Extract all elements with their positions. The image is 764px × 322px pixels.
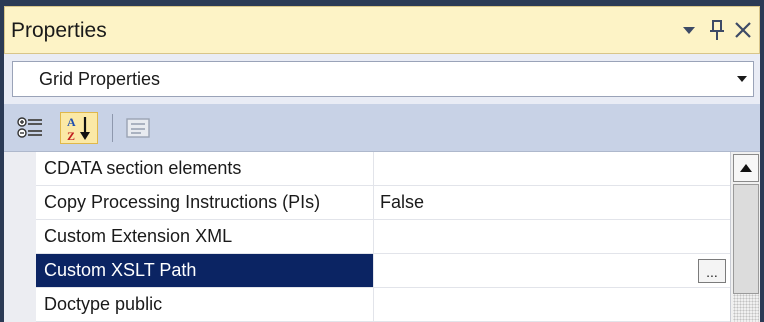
property-rows: CDATA section elements Copy Processing I… [36, 152, 730, 322]
property-name: Doctype public [36, 288, 374, 321]
close-icon[interactable] [731, 17, 755, 43]
properties-toolbar: A Z [4, 104, 760, 152]
property-name: Copy Processing Instructions (PIs) [36, 186, 374, 219]
property-name: Custom XSLT Path [36, 254, 374, 287]
alphabetical-button[interactable]: A Z [60, 112, 98, 144]
property-value[interactable]: False [374, 186, 730, 219]
property-pages-icon [126, 118, 150, 138]
svg-text:A: A [67, 115, 76, 129]
property-value[interactable] [374, 254, 730, 287]
pin-icon[interactable] [705, 17, 729, 43]
property-value[interactable] [374, 152, 730, 185]
scrollbar-thumb[interactable] [733, 184, 759, 294]
vertical-scrollbar[interactable] [730, 152, 760, 322]
window-position-dropdown-icon[interactable] [677, 17, 701, 43]
window-title: Properties [11, 19, 107, 42]
svg-text:Z: Z [67, 129, 75, 142]
properties-window: Properties Grid Properties A Z CDATA sec… [0, 0, 764, 322]
property-row[interactable]: Doctype public [36, 288, 730, 322]
property-row[interactable]: Custom Extension XML [36, 220, 730, 254]
object-selector-bar: Grid Properties [4, 54, 760, 104]
browse-ellipsis-button[interactable]: ... [698, 259, 726, 283]
scroll-up-button[interactable] [733, 154, 759, 182]
property-value[interactable] [374, 288, 730, 321]
toolbar-separator [112, 114, 113, 142]
categorized-button[interactable] [14, 112, 48, 144]
object-selector-dropdown[interactable]: Grid Properties [12, 61, 754, 97]
property-grid: CDATA section elements Copy Processing I… [4, 152, 760, 322]
property-pages-button[interactable] [120, 112, 156, 144]
grid-gutter [4, 152, 36, 322]
property-row[interactable]: Copy Processing Instructions (PIs) False [36, 186, 730, 220]
alphabetical-sort-icon: A Z [67, 115, 90, 142]
object-selector-value: Grid Properties [39, 69, 161, 89]
property-name: CDATA section elements [36, 152, 374, 185]
title-bar: Properties [4, 6, 760, 54]
scroll-up-arrow-icon [740, 164, 752, 172]
chevron-down-icon[interactable] [731, 62, 753, 96]
property-name: Custom Extension XML [36, 220, 374, 253]
property-row-selected[interactable]: Custom XSLT Path ... [36, 254, 730, 288]
categorized-icon [17, 117, 42, 138]
scrollbar-track[interactable] [733, 294, 759, 322]
property-row[interactable]: CDATA section elements [36, 152, 730, 186]
property-value[interactable] [374, 220, 730, 253]
